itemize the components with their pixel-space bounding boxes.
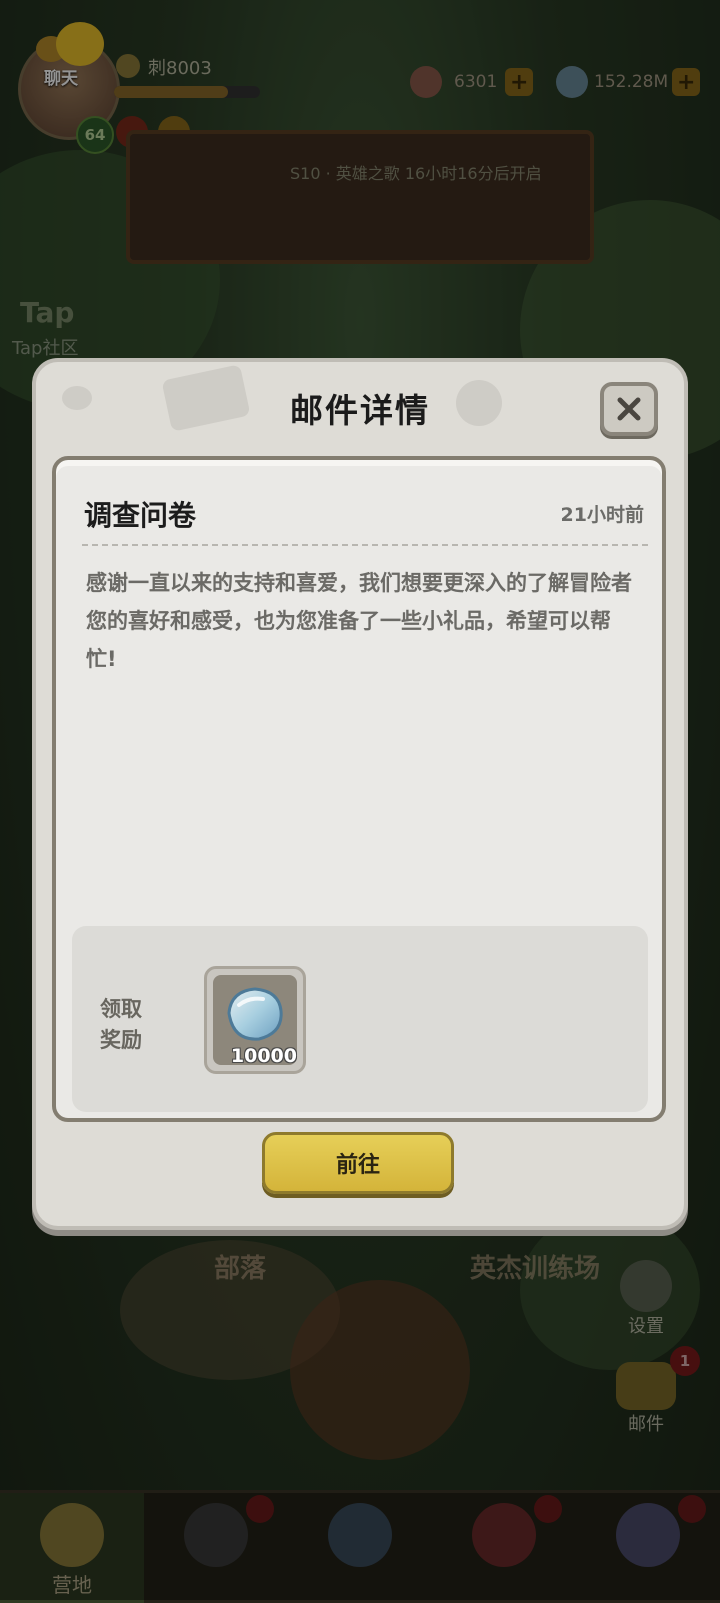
reward-quantity: 10000 (230, 1045, 297, 1067)
mail-timestamp: 21小时前 (560, 504, 644, 526)
divider (82, 544, 648, 546)
reward-label: 领取奖励 (100, 997, 142, 1052)
reward-item-slot[interactable]: 10000 (204, 966, 306, 1074)
mail-detail-dialog: 邮件详情 调查问卷 21小时前 感谢一直以来的支持和喜爱，我们想要更深入的了解冒… (32, 358, 688, 1230)
mail-content-panel: 调查问卷 21小时前 感谢一直以来的支持和喜爱，我们想要更深入的了解冒险者您的喜… (52, 456, 666, 1122)
dialog-title: 邮件详情 (290, 391, 430, 430)
close-icon (617, 397, 641, 421)
mail-subject: 调查问卷 (84, 499, 197, 532)
gem-icon (227, 987, 283, 1041)
go-button[interactable]: 前往 (262, 1132, 454, 1194)
close-button[interactable] (600, 382, 658, 436)
mail-body-text: 感谢一直以来的支持和喜爱，我们想要更深入的了解冒险者您的喜好和感受，也为您准备了… (86, 571, 632, 671)
reward-section: 领取奖励 10000 (72, 926, 648, 1112)
